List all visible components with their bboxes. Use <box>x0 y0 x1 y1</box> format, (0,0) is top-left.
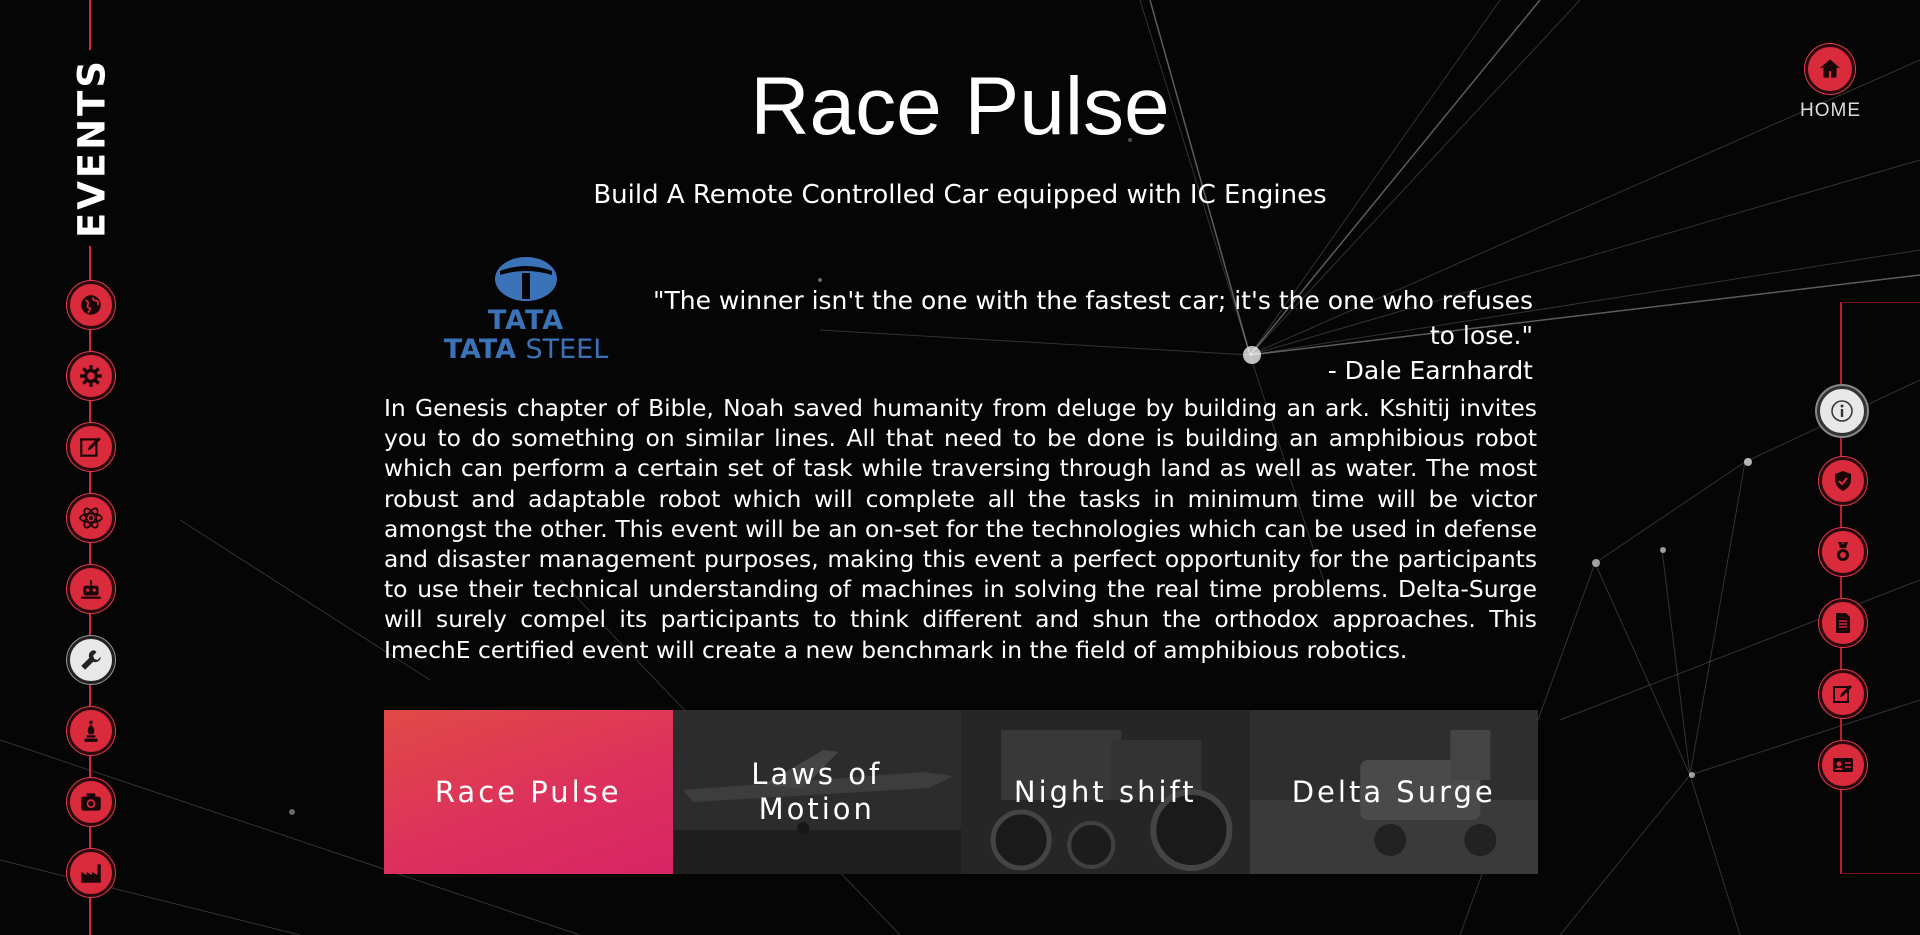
sponsor-line1: TATA <box>487 305 565 336</box>
event-card-race-pulse[interactable]: Race Pulse <box>384 710 673 874</box>
sponsor-line2: TATA STEEL <box>430 334 622 365</box>
sponsor-logo: TATA TATA STEEL <box>430 255 622 365</box>
wrench-icon[interactable] <box>67 636 115 684</box>
quote: "The winner isn't the one with the faste… <box>640 283 1533 388</box>
robot-icon[interactable] <box>67 565 115 613</box>
home-label: HOME <box>1800 100 1861 121</box>
atom-icon[interactable] <box>67 494 115 542</box>
events-section-label: EVENTS <box>70 49 114 247</box>
shield-check-icon[interactable] <box>1819 457 1867 505</box>
gear-icon[interactable] <box>67 352 115 400</box>
home-icon[interactable] <box>1805 44 1855 94</box>
camera-icon[interactable] <box>67 778 115 826</box>
sponsor-line2-light: STEEL <box>525 334 609 365</box>
edit-icon[interactable] <box>1819 670 1867 718</box>
event-card-label: Laws of Motion <box>751 757 883 826</box>
quote-author: - Dale Earnhardt <box>1327 356 1533 385</box>
contact-card-icon[interactable] <box>1819 741 1867 789</box>
event-card-night-shift[interactable]: Night shift <box>961 710 1250 874</box>
quote-text: "The winner isn't the one with the faste… <box>652 286 1533 350</box>
chess-bishop-icon[interactable] <box>67 707 115 755</box>
medal-icon[interactable] <box>1819 528 1867 576</box>
event-title: Race Pulse <box>750 61 1170 152</box>
event-card-delta-surge[interactable]: Delta Surge <box>1249 710 1538 874</box>
event-card-label: Race Pulse <box>434 774 622 809</box>
event-card-label: Night shift <box>1013 774 1197 809</box>
info-icon[interactable] <box>1817 386 1867 436</box>
factory-icon[interactable] <box>67 849 115 897</box>
sponsor-line2-bold: TATA <box>443 334 517 365</box>
event-card-laws-of-motion[interactable]: Laws of Motion <box>672 710 961 874</box>
event-card-label: Delta Surge <box>1291 774 1496 809</box>
edit-icon[interactable] <box>67 423 115 471</box>
tata-logo-icon <box>495 257 557 301</box>
home-button[interactable]: HOME <box>1800 44 1860 122</box>
event-subtitle: Build A Remote Controlled Car equipped w… <box>593 180 1327 210</box>
document-icon[interactable] <box>1819 599 1867 647</box>
event-cards: Race Pulse Laws of Motion Night shift De… <box>384 710 1538 874</box>
events-sidebar: EVENTS <box>0 0 180 935</box>
event-description: In Genesis chapter of Bible, Noah saved … <box>384 394 1537 664</box>
globe-icon[interactable] <box>67 281 115 329</box>
